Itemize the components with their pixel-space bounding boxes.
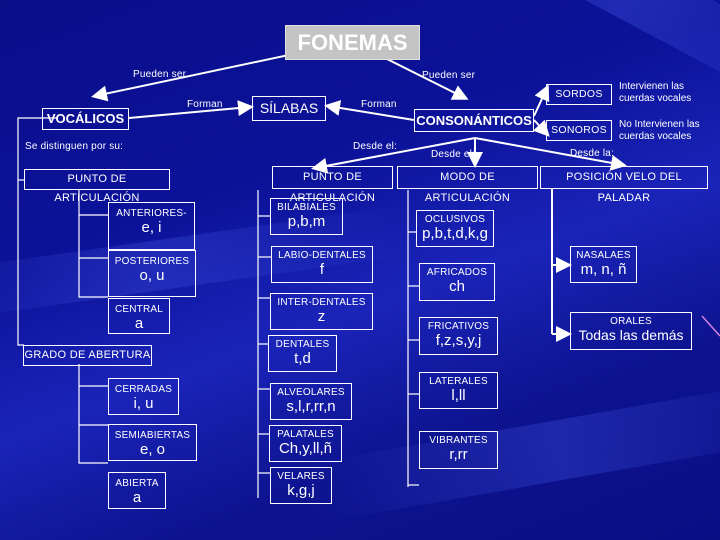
label-pueden-ser-right: Pueden ser	[422, 70, 476, 81]
node-title: ANTERIORES-	[116, 208, 187, 219]
node-title: AFRICADOS	[426, 267, 488, 278]
node-orales: ORALES Todas las demás	[570, 312, 692, 350]
node-title: OCLUSIVOS	[424, 214, 486, 225]
label-desde-el-punto: Desde el:	[353, 141, 398, 152]
node-title: BILABIALES	[277, 202, 336, 213]
node-sonoros: SONOROS	[546, 120, 612, 141]
node-value: r,rr	[449, 446, 468, 463]
node-value: Ch,y,ll,ñ	[278, 440, 333, 457]
node-value: t,d	[294, 350, 311, 367]
label-forman-left: Forman	[187, 99, 223, 110]
node-title: CERRADAS	[114, 384, 173, 395]
node-value: i, u	[133, 395, 154, 412]
node-value: m, n, ñ	[580, 261, 627, 278]
node-vibrantes: VIBRANTES r,rr	[419, 431, 498, 469]
node-value: p,b,m	[287, 213, 326, 230]
node-value: Todas las demás	[578, 327, 684, 343]
node-posicion-velo-paladar: POSICIÓN VELO DEL PALADAR	[540, 166, 708, 204]
node-grado-abertura: GRADO DE ABERTURA	[23, 345, 152, 366]
note-sordos: Intervienen las cuerdas vocales	[619, 81, 692, 104]
node-consonantes-punto-articulacion: PUNTO DE ARTICULACIÓN	[272, 166, 393, 204]
node-title: LATERALES	[429, 376, 488, 387]
node-title: NASALAES	[576, 250, 631, 261]
node-value: a	[132, 489, 142, 506]
node-sordos: SORDOS	[546, 84, 612, 105]
node-value: e, i	[141, 219, 162, 236]
node-value: a	[134, 315, 144, 332]
node-value: l,ll	[451, 387, 466, 404]
node-labio-dentales: LABIO-DENTALES f	[271, 246, 373, 283]
node-semiabiertas: SEMIABIERTAS e, o	[108, 424, 197, 461]
node-title: ABIERTA	[115, 478, 159, 489]
node-palatales: PALATALES Ch,y,ll,ñ	[269, 425, 342, 462]
node-consonanticos: CONSONÁNTICOS	[414, 109, 534, 132]
node-bilabiales: BILABIALES p,b,m	[270, 198, 343, 235]
node-title: POSTERIORES	[114, 256, 190, 267]
label-se-distinguen: Se distinguen por su:	[25, 141, 124, 152]
node-value: o, u	[139, 267, 165, 284]
node-title: VELARES	[277, 471, 325, 482]
node-abierta: ABIERTA a	[108, 472, 166, 509]
node-laterales: LATERALES l,ll	[419, 372, 498, 409]
node-silabas: SÍLABAS	[252, 96, 326, 121]
node-oclusivos: OCLUSIVOS p,b,t,d,k,g	[416, 210, 494, 247]
label-pueden-ser-left: Pueden ser	[133, 69, 187, 80]
node-value: z	[317, 308, 326, 325]
node-title: DENTALES	[275, 339, 330, 350]
label-desde-el-modo: Desde el:	[431, 149, 476, 160]
node-title: ALVEOLARES	[277, 387, 345, 398]
node-title: ORALES	[610, 316, 652, 327]
node-cerradas: CERRADAS i, u	[108, 378, 179, 415]
node-anteriores: ANTERIORES- e, i	[108, 202, 195, 250]
label-desde-la: Desde la:	[570, 148, 615, 159]
title-fonemas: FONEMAS	[285, 25, 420, 60]
node-value: k,g,j	[287, 482, 315, 499]
node-value: f	[319, 261, 325, 278]
note-sonoros: No Intervienen las cuerdas vocales	[619, 119, 700, 142]
node-vocalicos: VOCÁLICOS	[42, 108, 129, 130]
node-velares: VELARES k,g,j	[270, 467, 332, 504]
node-value: s,l,r,rr,n	[286, 398, 336, 415]
node-inter-dentales: INTER-DENTALES z	[270, 293, 373, 330]
label-forman-right: Forman	[361, 99, 397, 110]
node-alveolares: ALVEOLARES s,l,r,rr,n	[270, 383, 352, 420]
node-value: e, o	[139, 441, 166, 458]
node-nasales: NASALAES m, n, ñ	[570, 246, 637, 283]
node-vocalicos-punto-articulacion: PUNTO DE ARTICULACIÓN	[24, 169, 170, 204]
node-title: CENTRAL	[114, 304, 164, 315]
node-modo-articulacion: MODO DE ARTICULACIÓN	[397, 166, 538, 204]
node-dentales: DENTALES t,d	[268, 335, 337, 372]
node-title: LABIO-DENTALES	[278, 250, 366, 261]
node-title: VIBRANTES	[429, 435, 488, 446]
node-fricativos: FRICATIVOS f,z,s,y,j	[419, 317, 498, 355]
decorative-line	[701, 315, 720, 337]
node-value: f,z,s,y,j	[435, 332, 482, 349]
node-africados: AFRICADOS ch	[419, 263, 495, 301]
node-value: ch	[449, 278, 465, 295]
node-central: CENTRAL a	[108, 298, 170, 334]
node-value: p,b,t,d,k,g	[422, 225, 488, 242]
node-posteriores: POSTERIORES o, u	[108, 250, 196, 297]
node-title: SEMIABIERTAS	[114, 430, 191, 441]
node-title: INTER-DENTALES	[277, 297, 366, 308]
node-title: PALATALES	[277, 429, 334, 440]
node-title: FRICATIVOS	[427, 321, 490, 332]
